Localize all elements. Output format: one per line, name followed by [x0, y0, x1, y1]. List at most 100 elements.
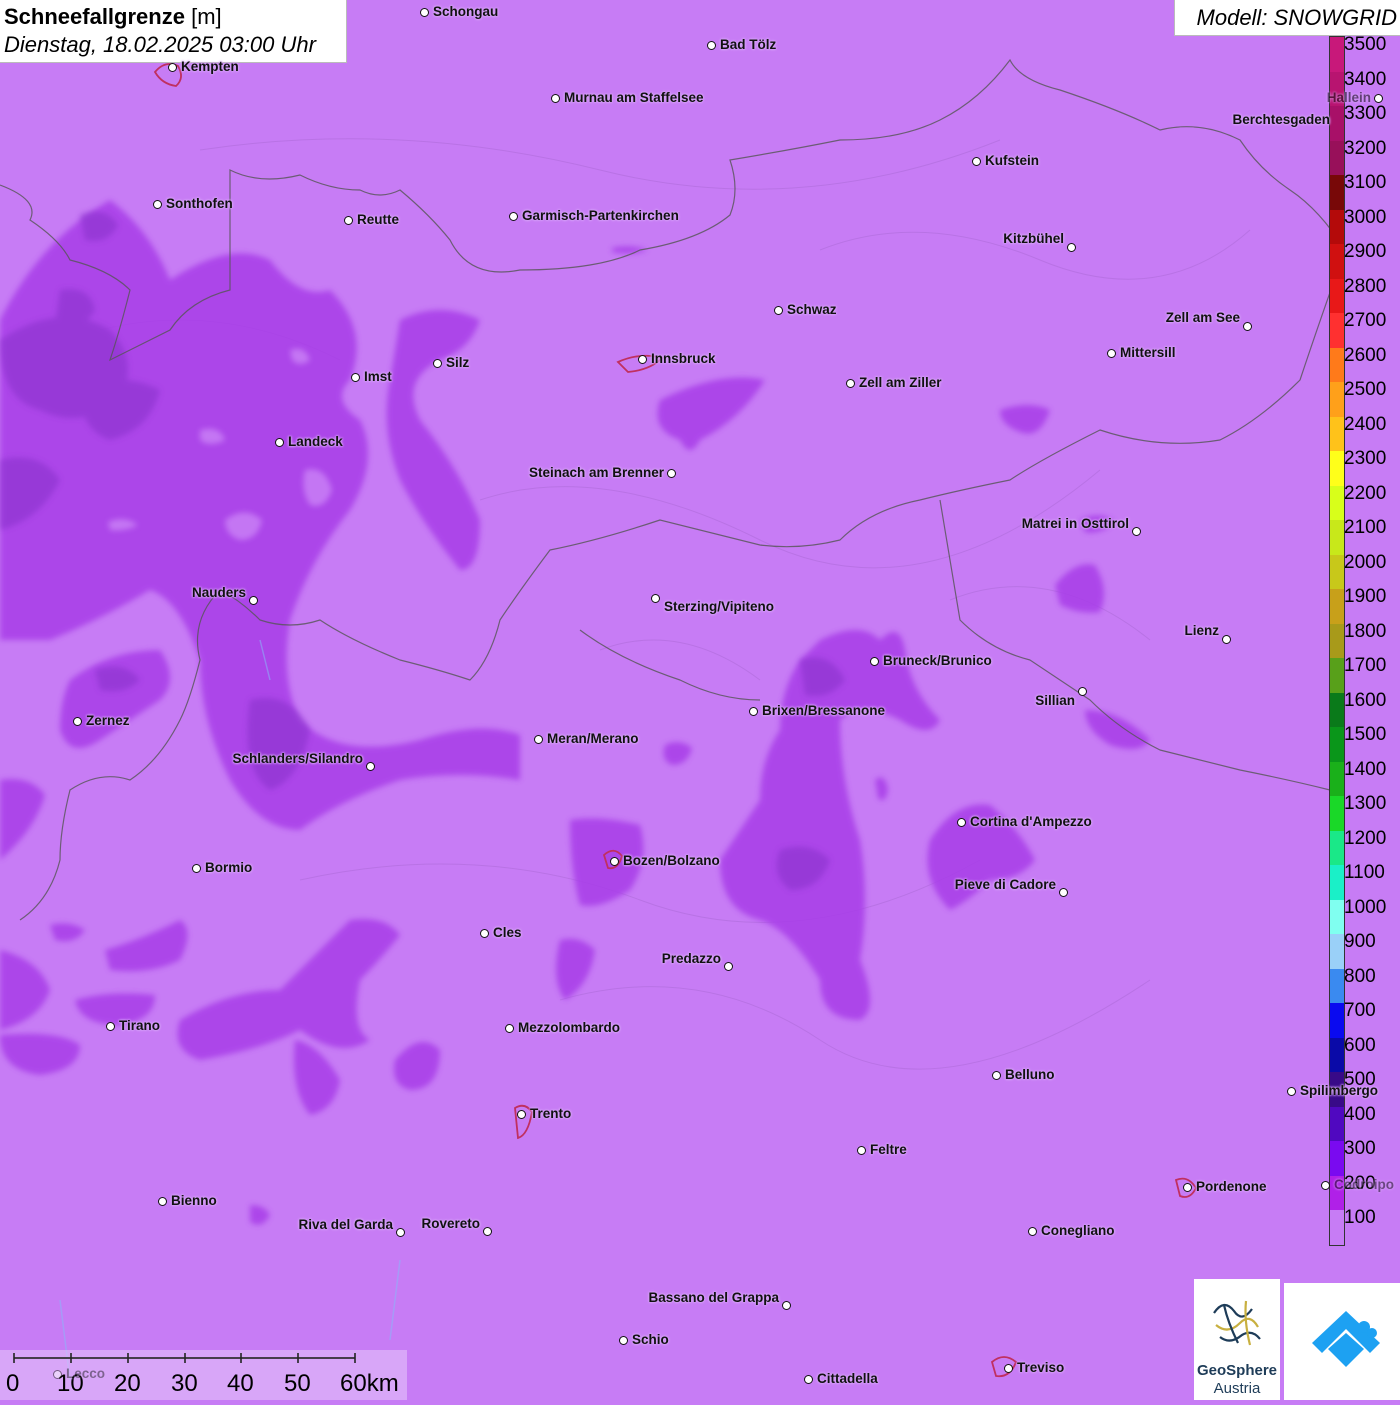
city-label: Mezzolombardo — [518, 1020, 621, 1035]
city-label: Bruneck/Brunico — [883, 653, 992, 668]
city-dot — [509, 212, 518, 221]
city-dot — [534, 735, 543, 744]
city-dot — [992, 1071, 1001, 1080]
city-label: Feltre — [870, 1142, 907, 1157]
legend-swatch — [1330, 830, 1344, 865]
city-dot — [344, 216, 353, 225]
city-label: Schio — [632, 1332, 669, 1347]
legend-label: 1000 — [1344, 896, 1387, 918]
map-title: Schneefallgrenze [m] — [4, 4, 222, 30]
legend-swatch — [1330, 1106, 1344, 1141]
legend-label: 400 — [1344, 1103, 1376, 1125]
legend-label: 300 — [1344, 1138, 1376, 1159]
scale-label: 20 — [114, 1370, 141, 1397]
city-dot — [1028, 1227, 1037, 1236]
geosphere-country: Austria — [1213, 1380, 1261, 1397]
city-dot — [249, 596, 258, 605]
city-dot — [707, 41, 716, 50]
city-dot — [1004, 1364, 1013, 1373]
city-label: Sillian — [1035, 693, 1075, 708]
city-label: Cles — [493, 925, 522, 940]
title-unit: [m] — [191, 4, 222, 29]
legend-swatch — [1330, 1210, 1344, 1245]
city-dot — [1222, 635, 1231, 644]
city-dot — [366, 762, 375, 771]
legend-swatch — [1330, 1141, 1344, 1176]
partner-logo[interactable] — [1284, 1283, 1400, 1400]
legend-label: 2200 — [1344, 482, 1387, 504]
city-dot — [480, 929, 489, 938]
city-label: Pieve di Cadore — [954, 877, 1056, 892]
city-label: Bad Tölz — [720, 37, 777, 52]
legend-label: 1600 — [1344, 689, 1387, 711]
city-dot — [275, 438, 284, 447]
legend-label: 2300 — [1344, 448, 1387, 469]
city-dot — [153, 200, 162, 209]
legend-swatch — [1330, 865, 1344, 900]
legend-label: 3000 — [1344, 206, 1387, 228]
city-dot — [651, 594, 660, 603]
city-dot — [1078, 687, 1087, 696]
city-dot — [505, 1024, 514, 1033]
geosphere-name: GeoSphere — [1196, 1362, 1278, 1379]
legend-label: 1900 — [1344, 586, 1387, 607]
city-label: Spilimbergo — [1300, 1083, 1379, 1098]
legend-label: 2600 — [1344, 344, 1387, 366]
legend-label: 900 — [1344, 931, 1376, 952]
city-dot — [1067, 243, 1076, 252]
geosphere-logo[interactable]: GeoSphere Austria — [1194, 1279, 1280, 1400]
city-label: Matrei in Osttirol — [1021, 516, 1129, 531]
city-label: Conegliano — [1041, 1223, 1115, 1238]
city-dot — [106, 1022, 115, 1031]
legend-swatch — [1330, 899, 1344, 934]
model-label: Modell: SNOWGRID — [1196, 5, 1397, 30]
city-dot — [846, 379, 855, 388]
legend-label: 600 — [1344, 1034, 1376, 1056]
city-dot — [420, 8, 429, 17]
legend-swatch — [1330, 658, 1344, 693]
city-label: Steinach am Brenner — [528, 465, 664, 480]
city-dot — [1107, 349, 1116, 358]
city-label: Kempten — [181, 59, 239, 74]
legend-swatch — [1330, 485, 1344, 520]
city-label: Silz — [446, 355, 470, 370]
legend-swatch — [1330, 520, 1344, 555]
city-label: Imst — [364, 369, 392, 384]
legend-label: 2000 — [1344, 551, 1387, 573]
legend-label: 2500 — [1344, 379, 1387, 400]
city-dot — [957, 818, 966, 827]
city-dot — [619, 1336, 628, 1345]
city-label: Hallein — [1326, 90, 1371, 105]
scale-label: 60km — [340, 1370, 399, 1397]
scale-label: 50 — [284, 1370, 311, 1397]
city-label: Cortina d'Ampezzo — [970, 814, 1092, 829]
city-dot — [433, 359, 442, 368]
legend-label: 3500 — [1344, 34, 1387, 55]
city-dot — [774, 306, 783, 315]
city-label: Sonthofen — [166, 196, 233, 211]
legend-label: 3400 — [1344, 68, 1387, 90]
city-label: Murnau am Staffelsee — [564, 90, 704, 105]
city-label: Rovereto — [421, 1216, 480, 1231]
legend-swatch — [1330, 589, 1344, 624]
city-label: Lienz — [1184, 623, 1219, 638]
legend-label: 3300 — [1344, 103, 1387, 124]
legend-label: 2700 — [1344, 310, 1387, 331]
city-label: Nauders — [191, 585, 246, 600]
city-dot — [192, 864, 201, 873]
legend-swatch — [1330, 623, 1344, 658]
city-dot — [168, 63, 177, 72]
city-label: Predazzo — [661, 951, 721, 966]
city-label: Mittersill — [1120, 345, 1176, 360]
legend-label: 700 — [1344, 1000, 1376, 1021]
city-dot — [1183, 1183, 1192, 1192]
city-dot — [158, 1197, 167, 1206]
city-dot — [53, 1370, 62, 1379]
city-label: Bassano del Grappa — [648, 1290, 779, 1305]
city-dot — [870, 657, 879, 666]
city-dot — [1132, 527, 1141, 536]
legend-label: 1400 — [1344, 758, 1387, 780]
scale-label: 30 — [171, 1370, 198, 1397]
legend-label: 3100 — [1344, 172, 1387, 193]
city-dot — [1243, 322, 1252, 331]
